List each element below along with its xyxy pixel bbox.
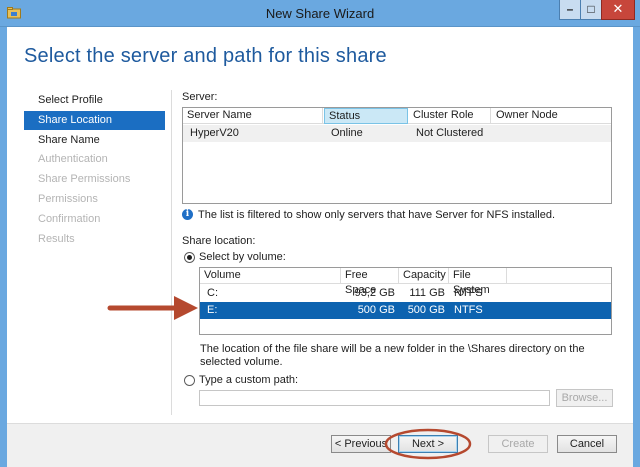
select-by-volume-label[interactable]: Select by volume: (199, 251, 286, 263)
file-system-cell: NTFS (454, 304, 483, 316)
create-button: Create (488, 435, 548, 453)
table-row[interactable]: C: 93,2 GB 111 GB NTFS (200, 285, 611, 302)
custom-path-label[interactable]: Type a custom path: (199, 374, 298, 386)
nav-item-share-location[interactable]: Share Location (24, 111, 165, 130)
share-location-label: Share location: (182, 235, 256, 247)
custom-path-input[interactable] (199, 390, 550, 406)
info-icon: i (182, 209, 193, 220)
close-button[interactable]: ✕ (601, 0, 635, 20)
column-header-free-space[interactable]: Free Space (341, 268, 399, 296)
location-note: The location of the file share will be a… (200, 343, 585, 368)
column-header-cluster-role[interactable]: Cluster Role (409, 108, 491, 124)
close-icon: ✕ (612, 1, 624, 16)
server-table[interactable]: Server Name Status Cluster Role Owner No… (182, 107, 612, 204)
cancel-button[interactable]: Cancel (557, 435, 617, 453)
nav-item-results: Results (38, 233, 75, 245)
column-header-file-system[interactable]: File System (449, 268, 507, 296)
file-system-cell: NTFS (454, 287, 483, 299)
nav-item-authentication: Authentication (38, 153, 108, 165)
window-frame-right (633, 27, 640, 467)
capacity-cell: 500 GB (407, 304, 445, 316)
nav-item-confirmation: Confirmation (38, 213, 101, 225)
capacity-cell: 111 GB (409, 287, 445, 299)
server-name-cell: HyperV20 (190, 127, 239, 139)
volume-table[interactable]: Volume Free Space Capacity File System C… (199, 267, 612, 335)
nav-item-share-name[interactable]: Share Name (24, 131, 165, 150)
custom-path-radio[interactable] (184, 375, 195, 386)
nav-item-permissions: Permissions (38, 193, 98, 205)
previous-button[interactable]: < Previous (331, 435, 391, 453)
free-space-cell: 500 GB (357, 304, 395, 316)
browse-button[interactable]: Browse... (556, 389, 613, 407)
volume-table-header: Volume Free Space Capacity File System (200, 268, 611, 296)
title-bar: New Share Wizard – □ ✕ (0, 0, 640, 27)
column-header-status[interactable]: Status (324, 108, 408, 124)
nav-item-select-profile[interactable]: Select Profile (24, 91, 165, 110)
window-title: New Share Wizard (265, 6, 375, 21)
maximize-icon: □ (587, 2, 595, 16)
server-status-cell: Online (331, 127, 363, 139)
column-header-volume[interactable]: Volume (200, 268, 341, 284)
nav-divider (171, 90, 172, 415)
maximize-button[interactable]: □ (580, 0, 602, 20)
column-header-capacity[interactable]: Capacity (399, 268, 449, 284)
minimize-button[interactable]: – (559, 0, 581, 20)
server-label: Server: (182, 91, 218, 103)
table-row[interactable]: HyperV20 Online Not Clustered (183, 125, 611, 142)
server-cluster-role-cell: Not Clustered (416, 127, 484, 139)
nav-item-share-permissions: Share Permissions (38, 173, 131, 185)
select-by-volume-radio[interactable] (184, 252, 195, 263)
server-table-header: Server Name Status Cluster Role Owner No… (183, 108, 611, 124)
table-row-selected[interactable]: E: 500 GB 500 GB NTFS (200, 302, 611, 319)
page-title: Select the server and path for this shar… (24, 45, 387, 67)
free-space-cell: 93,2 GB (354, 287, 395, 299)
server-filter-info: The list is filtered to show only server… (198, 209, 556, 221)
column-header-owner-node[interactable]: Owner Node (492, 108, 611, 124)
annotation-arrow (107, 296, 198, 320)
next-button[interactable]: Next > (398, 435, 458, 453)
column-header-server-name[interactable]: Server Name (183, 108, 323, 124)
minimize-icon: – (566, 2, 574, 16)
volume-cell: C: (207, 287, 218, 299)
window-frame-left (0, 27, 7, 467)
volume-cell: E: (207, 304, 218, 316)
